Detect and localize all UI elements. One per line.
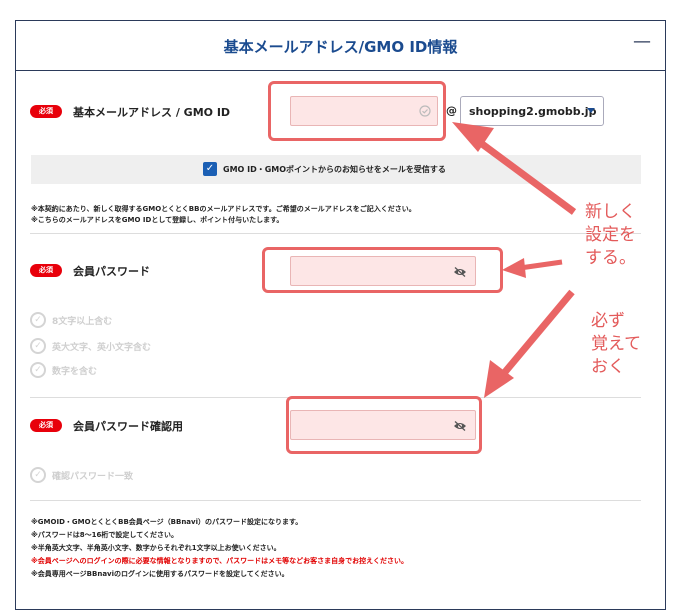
annotation-remember: 必ず 覚えて おく xyxy=(591,311,642,377)
arrow-to-password xyxy=(519,259,563,271)
arrow-to-password-confirm xyxy=(497,289,575,381)
arrow-head xyxy=(502,258,526,278)
annotation-arrows xyxy=(452,122,577,398)
annotation-set-new: 新しく 設定を する。 xyxy=(585,202,636,268)
arrow-to-email xyxy=(471,135,577,215)
